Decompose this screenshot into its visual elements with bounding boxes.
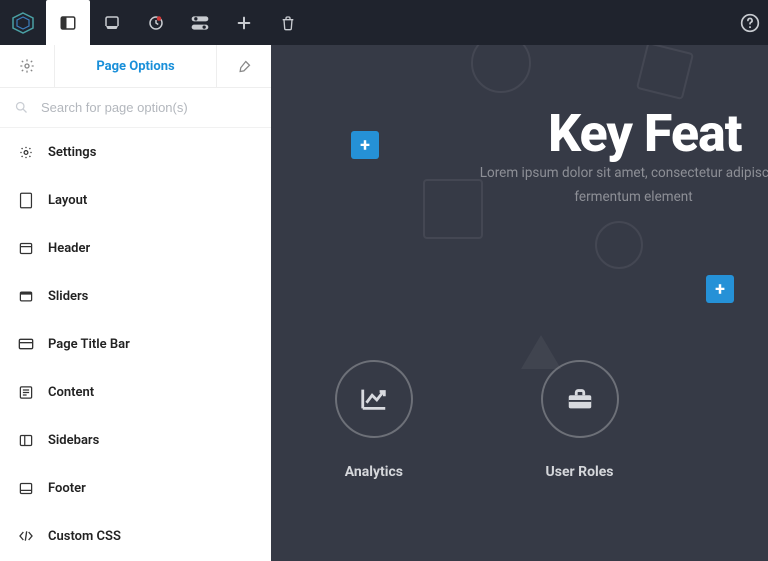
brush-icon	[237, 59, 252, 74]
sidebar-tabs: Page Options	[0, 45, 271, 88]
panel-toggle-button[interactable]	[46, 0, 90, 45]
search-input[interactable]	[41, 100, 257, 115]
feature-analytics[interactable]: Analytics	[331, 360, 417, 480]
option-label: Header	[48, 241, 90, 256]
deco-square-icon	[636, 45, 694, 100]
trash-button[interactable]	[266, 0, 310, 45]
option-header[interactable]: Header	[0, 224, 271, 272]
feature-label: Analytics	[345, 464, 403, 480]
tab-styling[interactable]	[217, 45, 271, 87]
options-list: Settings Layout Header Sliders Page Titl…	[0, 128, 271, 561]
add-element-button[interactable]: +	[706, 275, 734, 303]
option-label: Layout	[48, 193, 87, 208]
sliders-icon	[18, 289, 34, 304]
plus-icon: +	[715, 279, 725, 300]
option-label: Page Title Bar	[48, 337, 130, 352]
tab-page-options[interactable]: Page Options	[54, 45, 217, 87]
plus-icon: +	[360, 135, 370, 156]
option-content[interactable]: Content	[0, 368, 271, 416]
option-sidebars[interactable]: Sidebars	[0, 416, 271, 464]
page-options-sidebar: Page Options Settings Layout Header	[0, 45, 271, 561]
search-row	[0, 88, 271, 128]
option-label: Settings	[48, 145, 96, 160]
content-icon	[18, 385, 34, 400]
sidebars-icon	[18, 433, 34, 448]
gear-icon	[19, 58, 35, 74]
feature-user-roles[interactable]: User Roles	[537, 360, 623, 480]
feature-row: Analytics User Roles Re	[331, 360, 768, 480]
option-label: Content	[48, 385, 94, 400]
tab-settings[interactable]	[0, 45, 54, 87]
search-icon	[14, 100, 29, 115]
option-footer[interactable]: Footer	[0, 464, 271, 512]
titlebar-icon	[18, 338, 34, 350]
analytics-icon	[335, 360, 413, 438]
history-button[interactable]	[134, 0, 178, 45]
option-label: Sidebars	[48, 433, 99, 448]
option-label: Sliders	[48, 289, 88, 304]
option-page-title-bar[interactable]: Page Title Bar	[0, 320, 271, 368]
app-logo-icon	[0, 0, 46, 45]
option-label: Footer	[48, 481, 86, 496]
section-title: Key Feat	[548, 103, 742, 164]
tab-label: Page Options	[96, 59, 174, 74]
briefcase-icon	[541, 360, 619, 438]
feature-label: User Roles	[546, 464, 614, 480]
feature-realtime[interactable]: Re	[742, 360, 768, 480]
deco-circle-icon	[471, 45, 531, 93]
add-section-button[interactable]: +	[351, 131, 379, 159]
footer-icon	[18, 481, 34, 496]
toolbar-add-button[interactable]	[222, 0, 266, 45]
page-canvas[interactable]: + Key Feat Lorem ipsum dolor sit amet, c…	[271, 45, 768, 561]
deco-circle-icon	[595, 221, 643, 269]
help-icon[interactable]	[732, 0, 768, 45]
code-icon	[18, 529, 34, 543]
option-settings[interactable]: Settings	[0, 128, 271, 176]
layout-icon	[18, 192, 34, 209]
option-custom-css[interactable]: Custom CSS	[0, 512, 271, 560]
top-toolbar	[0, 0, 768, 45]
option-layout[interactable]: Layout	[0, 176, 271, 224]
option-label: Custom CSS	[48, 529, 121, 544]
option-sliders[interactable]: Sliders	[0, 272, 271, 320]
settings-icon	[18, 145, 34, 160]
header-icon	[18, 241, 34, 256]
toggles-button[interactable]	[178, 0, 222, 45]
disk-button[interactable]	[90, 0, 134, 45]
section-subtitle: Lorem ipsum dolor sit amet, consectetur …	[459, 161, 768, 210]
